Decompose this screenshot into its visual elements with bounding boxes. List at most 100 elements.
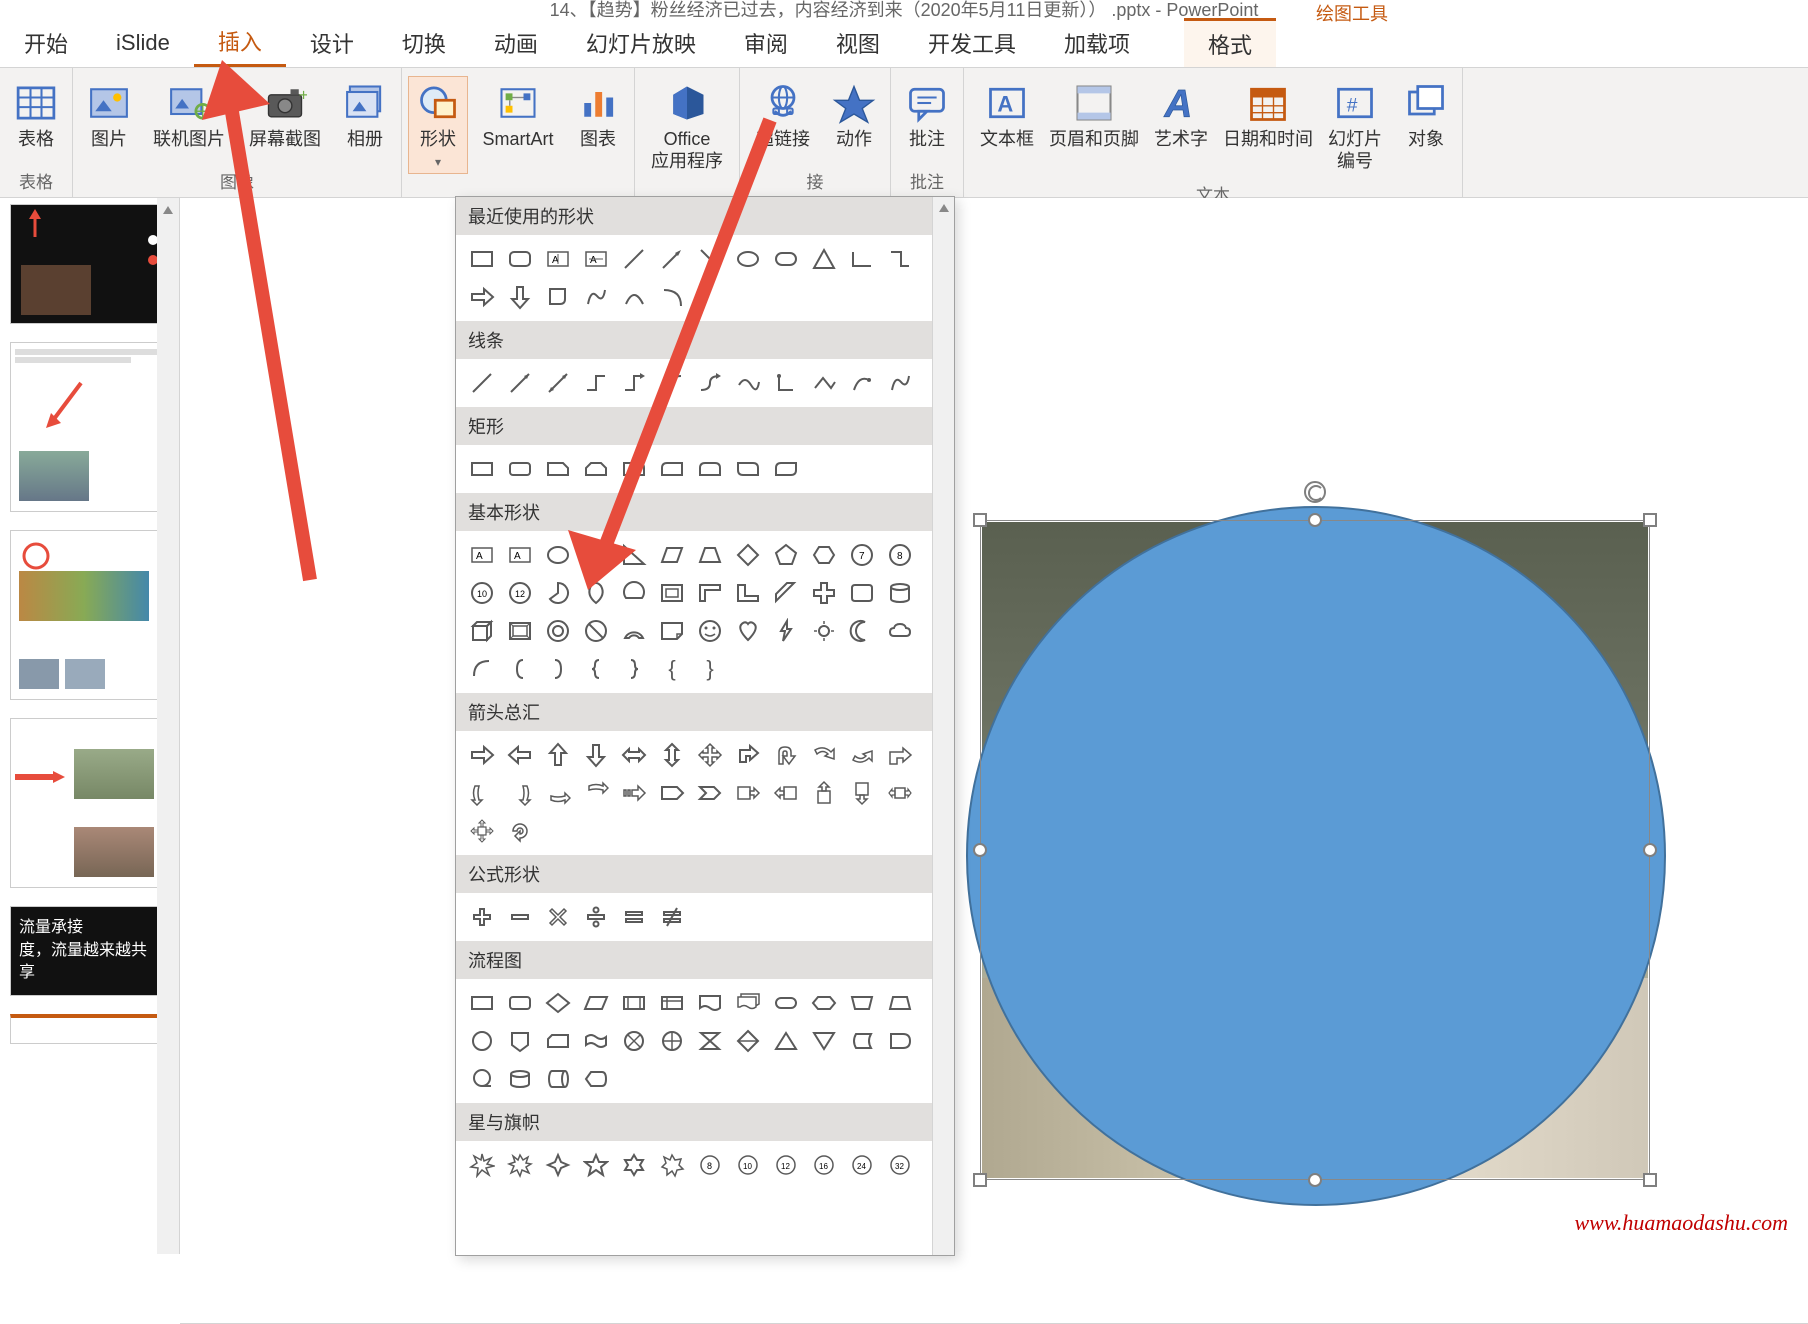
shape-arrow-callout-u[interactable] — [808, 777, 840, 809]
shape-arrow-curved[interactable] — [580, 777, 612, 809]
resize-handle-nw[interactable] — [973, 513, 987, 527]
thumbnail-3[interactable] — [10, 530, 165, 700]
resize-handle-se[interactable] — [1643, 1173, 1657, 1187]
thumbnail-4[interactable] — [10, 718, 165, 888]
shape-line-11[interactable] — [846, 367, 878, 399]
shape-arrow-curver[interactable] — [466, 777, 498, 809]
shape-arrow-callout-quad[interactable] — [466, 815, 498, 847]
ribbon-picture[interactable]: 图片 — [79, 76, 139, 156]
shape-basic-octagon[interactable]: 8 — [884, 539, 916, 571]
tab-transition[interactable]: 切换 — [378, 18, 470, 67]
shape-fc-connector[interactable] — [466, 1025, 498, 1057]
shape-basic-blockarc[interactable] — [618, 615, 650, 647]
shape-basic-hexagon[interactable] — [808, 539, 840, 571]
shape-star-7[interactable] — [656, 1149, 688, 1181]
shape-basic-noentry[interactable] — [580, 615, 612, 647]
shape-line-2[interactable] — [504, 367, 536, 399]
shape-fc-alt[interactable] — [504, 987, 536, 1019]
shape-basic-textbox-v[interactable]: A — [504, 539, 536, 571]
shape-eq-plus[interactable] — [466, 901, 498, 933]
shape-arrow-callout-d[interactable] — [846, 777, 878, 809]
shape-fc-multidoc[interactable] — [732, 987, 764, 1019]
shape-star-6[interactable] — [618, 1149, 650, 1181]
shape-star-12[interactable]: 12 — [770, 1149, 802, 1181]
shape-fc-directaccess[interactable] — [542, 1063, 574, 1095]
shape-star-24[interactable]: 24 — [846, 1149, 878, 1181]
shape-fc-extract[interactable] — [770, 1025, 802, 1057]
resize-handle-sw[interactable] — [973, 1173, 987, 1187]
tab-view[interactable]: 视图 — [812, 18, 904, 67]
shape-arrow-quad[interactable] — [694, 739, 726, 771]
shape-basic-cloud[interactable] — [884, 615, 916, 647]
shape-rect-1[interactable] — [466, 453, 498, 485]
shape-line-1[interactable] — [466, 367, 498, 399]
shape-basic-heart[interactable] — [732, 615, 764, 647]
resize-handle-n[interactable] — [1308, 513, 1322, 527]
shape-basic-textbox[interactable]: A — [466, 539, 498, 571]
shape-star-5[interactable] — [580, 1149, 612, 1181]
shape-down-arrow[interactable] — [504, 281, 536, 313]
shape-star-8[interactable]: 8 — [694, 1149, 726, 1181]
shape-arrow-curved-r[interactable] — [808, 739, 840, 771]
tab-format[interactable]: 格式 — [1184, 18, 1276, 67]
shape-basic-brace-pair-l[interactable]: { — [656, 653, 688, 685]
shape-fc-stored[interactable] — [846, 1025, 878, 1057]
shape-basic-brace-r[interactable] — [618, 653, 650, 685]
shape-basic-arc2[interactable] — [466, 653, 498, 685]
shape-right-arrow[interactable] — [466, 281, 498, 313]
ribbon-textbox[interactable]: A 文本框 — [970, 76, 1044, 156]
shape-fc-display[interactable] — [580, 1063, 612, 1095]
shape-connector-l[interactable] — [846, 243, 878, 275]
shape-arrow-bent[interactable] — [732, 739, 764, 771]
shape-basic-dodecagon[interactable]: 12 — [504, 577, 536, 609]
shapes-scrollbar[interactable] — [932, 197, 954, 1255]
shape-basic-plus[interactable] — [808, 577, 840, 609]
shape-arrow-striped[interactable] — [618, 777, 650, 809]
shape-basic-decagon[interactable]: 10 — [466, 577, 498, 609]
shape-triangle[interactable] — [808, 243, 840, 275]
shape-eq-minus[interactable] — [504, 901, 536, 933]
thumbnail-6[interactable] — [10, 1014, 165, 1044]
shape-connector-l2[interactable] — [884, 243, 916, 275]
tab-start[interactable]: 开始 — [0, 18, 92, 67]
shape-arrow-callout-r[interactable] — [732, 777, 764, 809]
shape-fc-data[interactable] — [580, 987, 612, 1019]
shape-rectangle[interactable] — [466, 243, 498, 275]
shape-basic-brace-pair-r[interactable]: } — [694, 653, 726, 685]
shape-fc-junction[interactable] — [618, 1025, 650, 1057]
resize-handle-e[interactable] — [1643, 843, 1657, 857]
shape-basic-donut[interactable] — [542, 615, 574, 647]
shape-fc-or[interactable] — [656, 1025, 688, 1057]
tab-slideshow[interactable]: 幻灯片放映 — [562, 18, 720, 67]
thumbnail-2[interactable] — [10, 342, 165, 512]
shape-basic-plaque[interactable] — [846, 577, 878, 609]
shape-basic-foldedcorner[interactable] — [656, 615, 688, 647]
shape-fc-sort[interactable] — [732, 1025, 764, 1057]
shape-basic-lightning[interactable] — [770, 615, 802, 647]
shape-line-12[interactable] — [884, 367, 916, 399]
shape-arrow-lr[interactable] — [618, 739, 650, 771]
shape-eq-notequal[interactable] — [656, 901, 688, 933]
shape-fc-tape[interactable] — [580, 1025, 612, 1057]
shape-star-32[interactable]: 32 — [884, 1149, 916, 1181]
ribbon-smartart[interactable]: SmartArt — [472, 76, 564, 156]
shape-arrow-curvel[interactable] — [504, 777, 536, 809]
tab-review[interactable]: 审阅 — [720, 18, 812, 67]
shape-basic-bracket-r[interactable] — [542, 653, 574, 685]
shape-rounded-rect[interactable] — [504, 243, 536, 275]
shape-basic-moon[interactable] — [846, 615, 878, 647]
shape-rect-2[interactable] — [504, 453, 536, 485]
shape-arrow-callout-lr[interactable] — [884, 777, 916, 809]
shape-fc-document[interactable] — [694, 987, 726, 1019]
ribbon-shapes[interactable]: 形状 ▾ — [408, 76, 468, 174]
shape-star-explosion1[interactable] — [466, 1149, 498, 1181]
shape-eq-equals[interactable] — [618, 901, 650, 933]
ribbon-slide-number[interactable]: # 幻灯片 编号 — [1318, 76, 1392, 177]
shape-arrow-circular[interactable] — [504, 815, 536, 847]
resize-handle-w[interactable] — [973, 843, 987, 857]
thumbnail-5[interactable]: 流量承接 度，流量越来越共享 — [10, 906, 165, 996]
shape-fc-seqaccess[interactable] — [466, 1063, 498, 1095]
thumbnail-1[interactable] — [10, 204, 165, 324]
shape-arrow-uturn[interactable] — [770, 739, 802, 771]
shape-basic-heptagon[interactable]: 7 — [846, 539, 878, 571]
